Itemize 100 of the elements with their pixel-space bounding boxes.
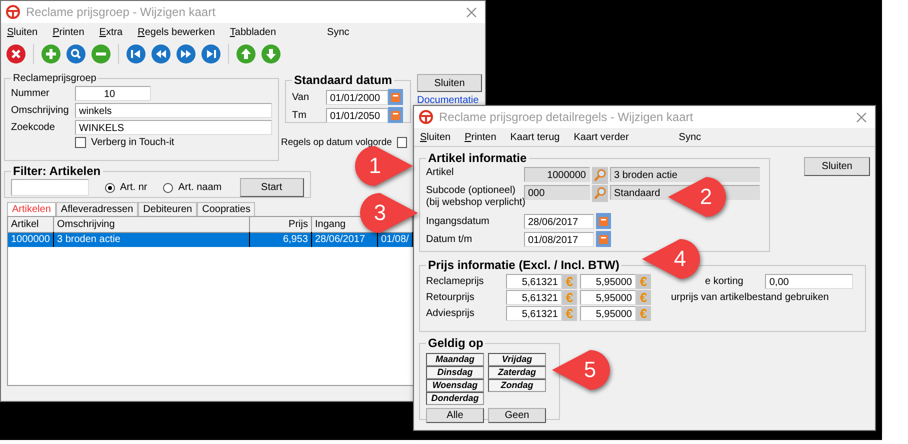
menu-item[interactable]: Sluiten — [7, 26, 38, 38]
window-title: Reclame prijsgroep - Wijzigen kaart — [26, 5, 216, 19]
close-button[interactable]: Sluiten — [804, 157, 870, 176]
callout-badge: 1 — [355, 146, 413, 186]
group-title: Artikel informatie — [427, 151, 528, 165]
callout-badge: 2 — [668, 177, 726, 217]
option-label: urprijs van artikelbestand gebruiken — [671, 292, 830, 303]
price-field[interactable]: 5,61321 — [506, 290, 562, 305]
day-toggle[interactable]: Maandag — [426, 353, 484, 366]
minus-icon[interactable] — [91, 44, 111, 64]
close-button[interactable]: Sluiten — [417, 74, 482, 92]
close-icon[interactable] — [856, 112, 867, 122]
menu-item[interactable]: Tabbladen — [230, 26, 276, 38]
menu-item[interactable]: Sync — [678, 132, 702, 142]
calendar-icon[interactable] — [388, 107, 403, 123]
window-title: Reclame prijsgroep detailregels - Wijzigen kaart — [439, 110, 694, 124]
field-label: e korting — [705, 276, 744, 287]
tab[interactable]: Debiteuren — [138, 202, 198, 216]
field-label: Nummer — [11, 88, 50, 99]
text-field[interactable]: 10 — [75, 86, 151, 101]
day-toggle[interactable]: Zondag — [488, 379, 546, 392]
rewind-icon[interactable] — [151, 44, 171, 64]
day-toggle[interactable]: Donderdag — [426, 392, 484, 405]
calendar-icon[interactable] — [596, 231, 611, 247]
price-field[interactable]: 5,95000 — [580, 306, 636, 321]
table-cell: 1000000 — [8, 232, 54, 247]
plus-icon[interactable] — [41, 44, 61, 64]
menu-item[interactable]: Printen — [52, 26, 84, 38]
date-field[interactable]: 01/01/2050 — [326, 108, 388, 122]
menu-item[interactable]: Printen — [464, 132, 496, 142]
field-label: Reclameprijs — [426, 276, 485, 287]
table-cell: 6,953 — [250, 232, 312, 247]
documentation-link[interactable]: Documentatie — [417, 95, 479, 106]
skip-back-icon[interactable] — [126, 44, 146, 64]
field-label: Zoekcode — [11, 122, 56, 133]
price-field[interactable]: 5,61321 — [506, 306, 562, 321]
text-field[interactable]: WINKELS — [75, 120, 272, 135]
field-label: Artikel — [426, 167, 455, 179]
search-icon[interactable] — [592, 185, 608, 202]
day-toggle[interactable]: Dinsdag — [426, 366, 484, 379]
column-header: Prijs — [250, 217, 312, 233]
price-field[interactable]: 5,95000 — [580, 274, 636, 289]
name-field: 3 broden actie — [610, 167, 760, 182]
fast-forward-icon[interactable] — [176, 44, 196, 64]
close-icon[interactable] — [466, 6, 477, 18]
date-field[interactable]: 01/08/2017 — [524, 232, 594, 246]
field-label: Ingangsdatum — [426, 216, 490, 226]
start-button[interactable]: Start — [240, 178, 304, 197]
table-row[interactable]: 1000000 3 broden actie 6,953 28/06/2017 01/08/ — [8, 232, 413, 247]
field-label: Retourprijs — [426, 292, 476, 303]
group-title: Reclameprijsgroep — [12, 73, 98, 84]
checkbox-label: Verberg in Touch-it — [91, 137, 174, 148]
menu-item[interactable]: Kaart terug — [510, 132, 560, 142]
column-header: Artikel — [8, 217, 54, 233]
search-icon[interactable] — [592, 167, 608, 184]
steering-wheel-icon — [419, 110, 433, 124]
tab[interactable]: Coopraties — [197, 202, 256, 216]
search-icon[interactable] — [66, 44, 86, 64]
filter-field[interactable] — [11, 179, 89, 196]
radio-button[interactable] — [163, 182, 174, 192]
select-button[interactable]: Geen — [488, 408, 546, 423]
date-field[interactable]: 01/01/2000 — [326, 90, 388, 104]
callout-badge: 5 — [552, 350, 610, 390]
checkbox-label: Regels op datum volgorde — [281, 137, 392, 148]
menu-item[interactable]: Sync — [327, 26, 350, 38]
checkbox[interactable] — [75, 137, 86, 148]
field-label: Tm — [292, 110, 308, 120]
code-field[interactable]: 1000000 — [524, 167, 590, 182]
select-button[interactable]: Alle — [426, 408, 484, 423]
date-field[interactable]: 28/06/2017 — [524, 214, 594, 228]
price-field[interactable]: 5,95000 — [580, 290, 636, 305]
menu-item[interactable]: Extra — [99, 26, 123, 38]
field-label: Van — [292, 92, 310, 102]
table-cell: 3 broden actie — [54, 232, 250, 247]
field-label: Subcode (optioneel) — [426, 185, 517, 197]
calendar-icon[interactable] — [596, 213, 611, 229]
calendar-icon[interactable] — [388, 89, 403, 105]
text-field[interactable]: winkels — [75, 103, 272, 118]
column-header: Omschrijving — [54, 217, 250, 233]
radio-button[interactable] — [105, 182, 115, 192]
steering-wheel-icon — [6, 5, 20, 19]
code-field[interactable]: 000 — [524, 185, 590, 200]
tab[interactable]: Artikelen — [7, 202, 56, 216]
field-label: Adviesprijs — [426, 308, 476, 319]
day-toggle[interactable]: Zaterdag — [488, 366, 546, 379]
day-toggle[interactable]: Woensdag — [426, 379, 484, 392]
menu-item[interactable]: Sluiten — [420, 132, 451, 142]
radio-label: Art. naam — [178, 182, 222, 193]
menu-item[interactable]: Regels bewerken — [138, 26, 215, 38]
skip-forward-icon[interactable] — [201, 44, 221, 64]
price-field[interactable]: 5,61321 — [506, 274, 562, 289]
tab[interactable]: Afleveradressen — [56, 202, 138, 216]
day-toggle[interactable]: Vrijdag — [488, 353, 546, 366]
group-title: Standaard datum — [293, 73, 394, 87]
menu-item[interactable]: Kaart verder — [574, 132, 629, 142]
field-label: Datum t/m — [426, 234, 474, 244]
group-title: Filter: Artikelen — [12, 164, 102, 178]
checkbox[interactable] — [396, 137, 407, 148]
discount-field[interactable]: 0,00 — [765, 274, 854, 289]
close-icon[interactable] — [6, 44, 26, 64]
